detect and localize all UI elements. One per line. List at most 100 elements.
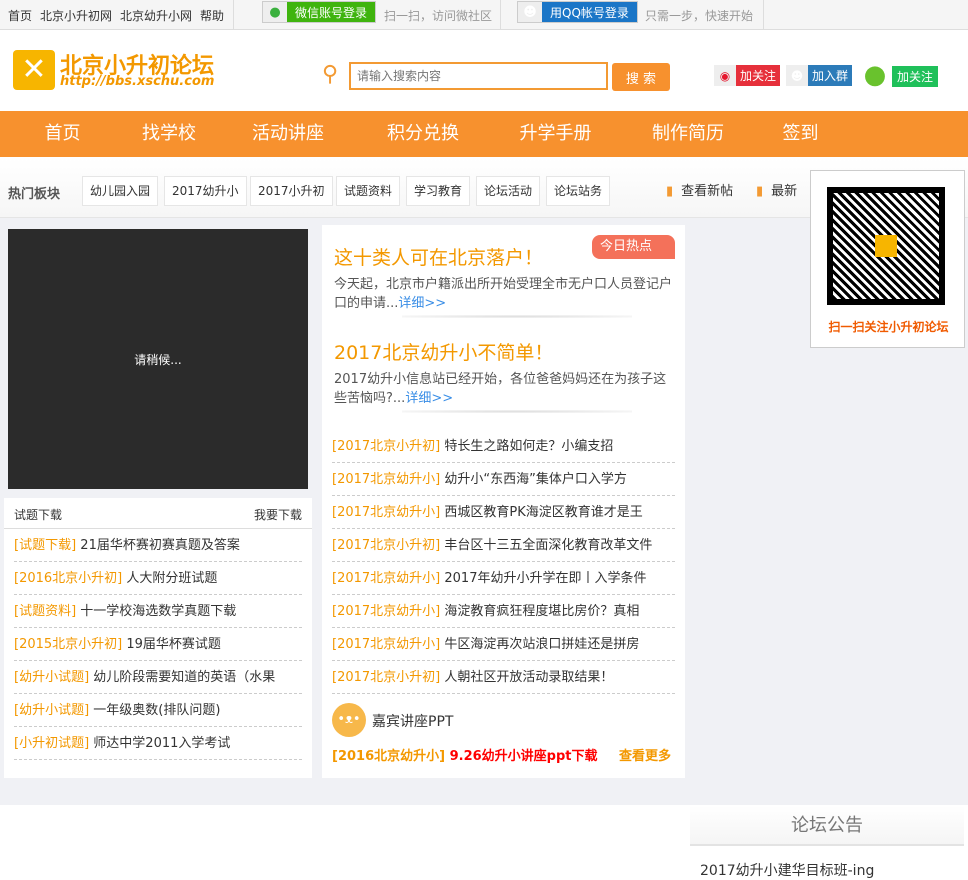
item-category: [试题下载] bbox=[14, 538, 77, 553]
logo-url: http://bbs.xschu.com bbox=[60, 74, 215, 89]
list-item[interactable]: [小升初试题] 师达中学2011入学考试 bbox=[14, 727, 302, 760]
news-desc: 2017幼升小信息站已经开始，各位爸爸妈妈还在为孩子这些苦恼吗?...详细>> bbox=[334, 372, 667, 406]
main-nav: 首页 找学校 活动讲座 积分兑换 升学手册 制作简历 签到 bbox=[0, 111, 968, 157]
item-category: [2015北京小升初] bbox=[14, 637, 123, 652]
item-title: 21届华杯赛初赛真题及答案 bbox=[80, 538, 240, 553]
item-category: [2017北京幼升小] bbox=[332, 604, 441, 619]
news-title[interactable]: 2017北京幼升小不简单！ bbox=[334, 338, 553, 365]
list-item[interactable]: [2017北京小升初] 丰台区十三五全面深化教育改革文件 bbox=[332, 529, 675, 562]
deer-avatar-icon: •ᴥ• bbox=[332, 703, 366, 737]
item-title: 师达中学2011入学考试 bbox=[93, 736, 231, 751]
qq-hint: 只需一步，快速开始 bbox=[645, 9, 754, 23]
top-link-xsc[interactable]: 北京小升初网 bbox=[40, 7, 112, 24]
hot-news-panel: 今日热点 这十类人可在北京落户！ 今天起，北京市户籍派出所开始受理全市无户口人员… bbox=[322, 225, 685, 778]
nav-home[interactable]: 首页 bbox=[0, 111, 125, 157]
item-title: 幼升小“东西海”集体户口入学方 bbox=[444, 472, 627, 487]
item-category: [幼升小试题] bbox=[14, 703, 90, 718]
list-item[interactable]: [2017北京小升初] 人朝社区开放活动录取结果！ bbox=[332, 661, 675, 694]
hot-tag[interactable]: 学习教育 bbox=[406, 176, 471, 206]
ppt-title: 嘉宾讲座PPT bbox=[372, 714, 454, 730]
item-title: 牛区海淀再次站浪口拼娃还是拼房 bbox=[444, 637, 640, 652]
list-item[interactable]: [2017北京幼升小] 2017年幼升小升学在即丨入学条件 bbox=[332, 562, 675, 595]
item-title: 2017年幼升小升学在即丨入学条件 bbox=[444, 571, 647, 586]
detail-link[interactable]: 详细>> bbox=[405, 391, 453, 406]
list-item[interactable]: [2017北京小升初] 特长生之路如何走？小编支招 bbox=[332, 430, 675, 463]
list-item[interactable]: [幼升小试题] 幼儿阶段需要知道的英语（水果 bbox=[14, 661, 302, 694]
qr-caption: 扫一扫关注小升初论坛 bbox=[828, 320, 949, 334]
top-bar: 首页 北京小升初网 北京幼升小网 帮助 ● 微信账号登录 扫一扫，访问微社区 ☻ 用… bbox=[0, 0, 968, 30]
wechat-login-button[interactable]: ● 微信账号登录 bbox=[262, 1, 377, 23]
downloads-title: 试题下载 bbox=[14, 508, 63, 522]
list-item[interactable]: [试题下载] 21届华杯赛初赛真题及答案 bbox=[14, 529, 302, 562]
item-title: 一年级奥数(排队问题) bbox=[93, 703, 221, 718]
item-title: 丰台区十三五全面深化教育改革文件 bbox=[444, 538, 653, 553]
list-item[interactable]: [2017北京幼升小] 西城区教育PK海淀区教育谁才是王 bbox=[332, 496, 675, 529]
qq-login-button[interactable]: ☻ 用QQ帐号登录 bbox=[517, 1, 638, 23]
latest-link[interactable]: ▮ 最新 bbox=[756, 180, 797, 199]
view-more-link[interactable]: 查看更多 bbox=[619, 745, 671, 764]
nav-checkin[interactable]: 签到 bbox=[748, 111, 853, 157]
list-item[interactable]: [试题资料] 十一学校海选数学真题下载 bbox=[14, 595, 302, 628]
qq-penguin-icon: ☻ bbox=[518, 2, 542, 22]
item-title: 幼儿阶段需要知道的英语（水果 bbox=[93, 670, 276, 685]
item-title: 人大附分班试题 bbox=[126, 571, 218, 586]
hot-tag[interactable]: 论坛站务 bbox=[546, 176, 611, 206]
wechat-icon: ● bbox=[863, 60, 887, 90]
list-item[interactable]: [2017北京幼升小] 海淀教育疯狂程度堪比房价？真相 bbox=[332, 595, 675, 628]
logo-icon[interactable]: ✕ bbox=[13, 50, 55, 90]
item-title: 特长生之路如何走？小编支招 bbox=[444, 439, 614, 454]
item-category: [2017北京幼升小] bbox=[332, 472, 441, 487]
nav-points[interactable]: 积分兑换 bbox=[363, 111, 483, 157]
item-category: [2017北京小升初] bbox=[332, 439, 441, 454]
news-title[interactable]: 这十类人可在北京落户！ bbox=[334, 243, 543, 270]
qr-popup: 扫一扫关注小升初论坛 bbox=[810, 170, 965, 348]
news-desc: 今天起，北京市户籍派出所开始受理全市无户口人员登记户口的申请...详细>> bbox=[334, 277, 673, 311]
hot-tag[interactable]: 幼儿园入园 bbox=[82, 176, 159, 206]
item-title: 人朝社区开放活动录取结果！ bbox=[444, 670, 614, 685]
hot-label: 热门板块 bbox=[8, 187, 61, 202]
wechat-icon: ● bbox=[263, 2, 287, 22]
nav-find-school[interactable]: 找学校 bbox=[125, 111, 213, 157]
clipboard-icon: ▮ bbox=[666, 184, 674, 199]
item-category: [2017北京幼升小] bbox=[332, 505, 441, 520]
notice-item[interactable]: 2017幼升小建华目标班-ing bbox=[700, 860, 874, 880]
search-input[interactable] bbox=[349, 62, 608, 90]
hot-tag[interactable]: 2017小升初 bbox=[250, 176, 333, 206]
video-player[interactable]: 请稍候... bbox=[8, 229, 308, 489]
top-link-help[interactable]: 帮助 bbox=[200, 7, 224, 24]
nav-resume[interactable]: 制作简历 bbox=[628, 111, 748, 157]
item-category: [2017北京幼升小] bbox=[332, 571, 441, 586]
qr-code-image bbox=[827, 187, 945, 305]
list-item[interactable]: [2016北京小升初] 人大附分班试题 bbox=[14, 562, 302, 595]
item-category: [试题资料] bbox=[14, 604, 77, 619]
item-category: [2016北京小升初] bbox=[14, 571, 123, 586]
item-title: 海淀教育疯狂程度堪比房价？真相 bbox=[444, 604, 640, 619]
download-more-link[interactable]: 我要下载 bbox=[254, 506, 302, 523]
top-link-home[interactable]: 首页 bbox=[8, 7, 32, 24]
list-item[interactable]: [2017北京幼升小] 幼升小“东西海”集体户口入学方 bbox=[332, 463, 675, 496]
detail-link[interactable]: 详细>> bbox=[398, 296, 446, 311]
wechat-follow-button[interactable]: ● 加关注 bbox=[858, 60, 939, 90]
hot-tag[interactable]: 试题资料 bbox=[336, 176, 401, 206]
list-item[interactable]: [2017北京幼升小] 牛区海淀再次站浪口拼娃还是拼房 bbox=[332, 628, 675, 661]
notice-title: 论坛公告 bbox=[690, 806, 964, 846]
hot-tag[interactable]: 2017幼升小 bbox=[164, 176, 247, 206]
nav-events[interactable]: 活动讲座 bbox=[213, 111, 363, 157]
search-button[interactable]: 搜 索 bbox=[612, 63, 670, 91]
downloads-panel: 试题下载 我要下载 [试题下载] 21届华杯赛初赛真题及答案 [2016北京小升初]… bbox=[4, 498, 312, 778]
ppt-link[interactable]: [2016北京幼升小] 9.26幼升小讲座ppt下载 bbox=[332, 745, 598, 764]
item-title: 19届华杯赛试题 bbox=[126, 637, 221, 652]
item-category: [2017北京小升初] bbox=[332, 670, 441, 685]
list-item[interactable]: [幼升小试题] 一年级奥数(排队问题) bbox=[14, 694, 302, 727]
item-category: [幼升小试题] bbox=[14, 670, 90, 685]
list-item[interactable]: [2015北京小升初] 19届华杯赛试题 bbox=[14, 628, 302, 661]
item-title: 西城区教育PK海淀区教育谁才是王 bbox=[444, 505, 643, 520]
new-posts-link[interactable]: ▮ 查看新帖 bbox=[666, 180, 733, 199]
item-category: [2017北京幼升小] bbox=[332, 637, 441, 652]
hot-tag[interactable]: 论坛活动 bbox=[476, 176, 541, 206]
top-link-ysx[interactable]: 北京幼升小网 bbox=[120, 7, 192, 24]
weibo-follow-button[interactable]: ◉ 加关注 bbox=[714, 65, 781, 86]
clipboard-icon: ▮ bbox=[756, 184, 764, 199]
nav-handbook[interactable]: 升学手册 bbox=[483, 111, 628, 157]
qq-group-button[interactable]: ☻ 加入群 bbox=[786, 65, 853, 86]
